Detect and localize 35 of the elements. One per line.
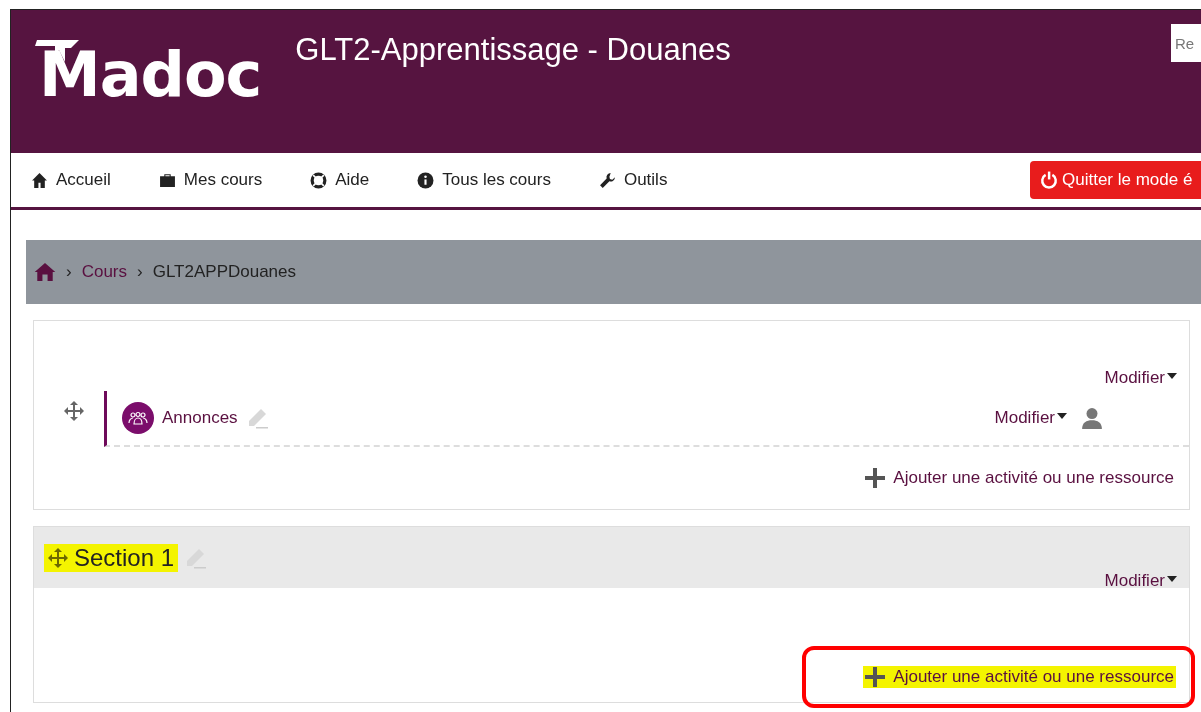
nav-link[interactable]: Tous les cours [417, 170, 551, 190]
add-activity-link[interactable]: Ajouter une activité ou une ressource [863, 666, 1176, 688]
breadcrumb-current: GLT2APPDouanes [152, 262, 297, 282]
person-icon[interactable] [1081, 407, 1103, 429]
forum-icon [122, 402, 154, 434]
caret-icon [1167, 576, 1177, 582]
add-activity-link[interactable]: Ajouter une activité ou une ressource [863, 467, 1176, 489]
wrench-icon [598, 171, 616, 189]
nav-link[interactable]: Outils [598, 170, 668, 190]
nav-link[interactable]: Mes cours [158, 170, 263, 190]
plus-icon [865, 667, 886, 687]
nav-link[interactable]: Aide [310, 170, 370, 190]
breadcrumb-separator: › [137, 262, 143, 282]
breadcrumb-link[interactable]: Cours [81, 262, 128, 282]
power-icon [1040, 171, 1058, 189]
exit-edit-button[interactable]: Quitter le mode é [1030, 161, 1201, 199]
search-field[interactable]: Re [1171, 24, 1201, 62]
move-icon[interactable] [48, 547, 68, 568]
caret-icon [1057, 413, 1067, 419]
edit-menu-link[interactable]: Modifier [1104, 571, 1177, 591]
caret-icon [1167, 373, 1177, 379]
edit-menu-link[interactable]: Modifier [994, 408, 1067, 428]
briefcase-icon [158, 171, 176, 189]
activity-link[interactable]: Annonces [162, 408, 238, 428]
section-title: Section 1 [44, 543, 179, 572]
edit-menu-link[interactable]: Modifier [1104, 368, 1177, 388]
breadcrumb-separator: › [66, 262, 72, 282]
home-icon [31, 171, 48, 189]
plus-icon [865, 468, 886, 488]
move-icon[interactable] [64, 401, 84, 421]
home-icon[interactable] [34, 263, 56, 281]
course-title: GLT2-Apprentissage - Douanes [295, 32, 731, 68]
info-icon [417, 171, 435, 189]
nav-link[interactable]: Accueil [31, 170, 111, 190]
lifebuoy-icon [310, 171, 328, 189]
